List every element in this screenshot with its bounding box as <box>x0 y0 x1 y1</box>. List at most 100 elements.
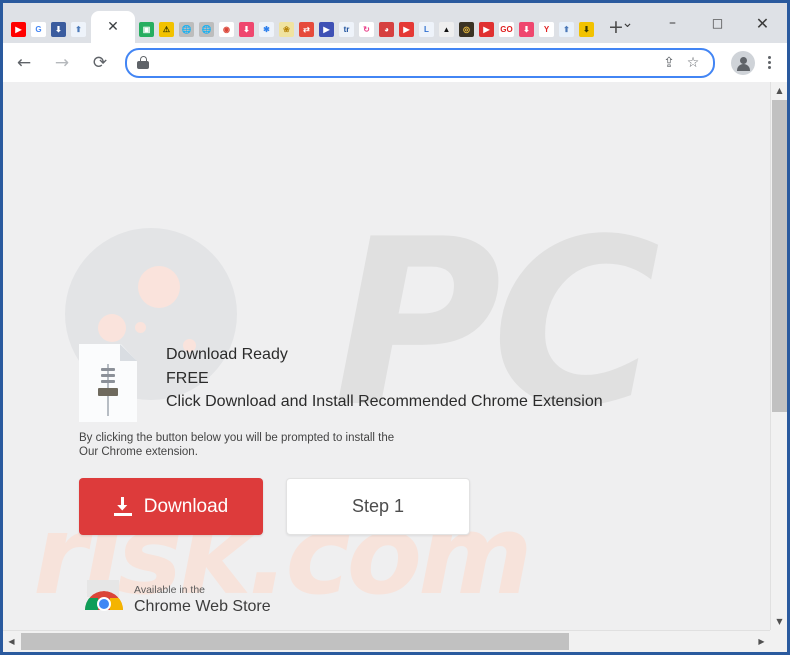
cloud-upload-icon: ⬆ <box>71 21 86 37</box>
horizontal-scrollbar[interactable]: ◀ ▶ <box>3 630 770 652</box>
tab-yellow-paws[interactable]: ❀ <box>277 15 296 43</box>
tab-download-pink[interactable]: ⬇ <box>237 15 256 43</box>
scroll-up-icon[interactable]: ▲ <box>771 82 787 99</box>
tab-ym-red[interactable]: Y <box>537 15 556 43</box>
tab-target-dark[interactable]: ◎ <box>457 15 476 43</box>
chrome-logo-icon <box>83 580 125 620</box>
webstore-line-2: Chrome Web Store <box>134 598 271 615</box>
instruction-text: Click Download and Install Recommended C… <box>166 393 603 410</box>
fine-print-line-2: Our Chrome extension. <box>79 446 198 458</box>
tabs-container: ▶ G ⬇ ⬆ ✕ ▣ ⚠ 🌐 🌐 ◉ ⬇ ✱ ❀ ⇄ ▶ tr ↻ ◕ ▶ L ▲ ◎ ▶ GO ⬇ Y ⬆ ⬇ + <box>3 3 624 43</box>
fine-print: By clicking the button below you will be… <box>79 431 394 459</box>
youtube-icon: ▶ <box>11 21 26 37</box>
webstore-line-1: Available in the <box>134 584 206 596</box>
tab-sync-pink[interactable]: ↻ <box>357 15 376 43</box>
target-dark-icon: ◎ <box>459 21 474 37</box>
window-controls: ⌄ – □ ✕ <box>605 3 787 43</box>
tab-globe-gray-1[interactable]: 🌐 <box>177 15 196 43</box>
download-button-label: Download <box>143 495 229 517</box>
scroll-right-icon[interactable]: ▶ <box>753 631 770 651</box>
close-window-button[interactable]: ✕ <box>740 3 785 43</box>
back-icon[interactable]: ← <box>7 46 41 80</box>
download-red-icon: ⬇ <box>519 21 534 37</box>
scrollbar-corner <box>770 630 787 652</box>
vertical-scrollbar[interactable]: ▲ ▼ <box>770 82 787 630</box>
download-button[interactable]: Download <box>79 478 263 535</box>
promo-content: Download Ready FREE Click Download and I… <box>3 82 770 630</box>
page-title: Download Ready <box>166 346 288 363</box>
tab-triangle-black[interactable]: ▲ <box>437 15 456 43</box>
tab-youtube[interactable]: ▶ <box>9 15 28 43</box>
globe-gray-2-icon: 🌐 <box>199 21 214 37</box>
scroll-left-icon[interactable]: ◀ <box>3 631 20 651</box>
tab-chrome[interactable]: ◉ <box>217 15 236 43</box>
tab-play-red[interactable]: ▶ <box>477 15 496 43</box>
go-red-icon: GO <box>499 21 514 37</box>
tab-globe-gray-2[interactable]: 🌐 <box>197 15 216 43</box>
bookmark-star-icon[interactable]: ☆ <box>683 53 703 73</box>
free-label: FREE <box>166 370 209 387</box>
page-content: PC risk.com Download Ready FREE Click Do… <box>3 82 770 630</box>
ym-red-icon: Y <box>539 21 554 37</box>
scroll-down-icon[interactable]: ▼ <box>771 613 787 630</box>
triangle-black-icon: ▲ <box>439 21 454 37</box>
chrome-web-store-badge[interactable]: Available in the Chrome Web Store <box>83 580 271 620</box>
download-pink-icon: ⬇ <box>239 21 254 37</box>
yellow-paws-icon: ❀ <box>279 21 294 37</box>
page-viewport: PC risk.com Download Ready FREE Click Do… <box>3 82 787 652</box>
share-icon[interactable]: ⇪ <box>659 53 679 73</box>
minimize-button[interactable]: – <box>650 3 695 43</box>
tab-l-blue[interactable]: L <box>417 15 436 43</box>
tab-swirl-red[interactable]: ◕ <box>377 15 396 43</box>
tab-green-frame[interactable]: ▣ <box>137 15 156 43</box>
download-arrow-icon <box>113 496 132 517</box>
play-red-icon: ▶ <box>479 21 494 37</box>
tab-tr-blue[interactable]: tr <box>337 15 356 43</box>
tab-video-red[interactable]: ▶ <box>397 15 416 43</box>
chrome-web-store-text: Available in the Chrome Web Store <box>134 584 271 616</box>
tab-download-red[interactable]: ⬇ <box>517 15 536 43</box>
step-1-button[interactable]: Step 1 <box>286 478 470 535</box>
tab-warning[interactable]: ⚠ <box>157 15 176 43</box>
google-icon: G <box>31 21 46 37</box>
downloader-blue-icon: ⬇ <box>51 21 66 37</box>
tab-cloud-blue[interactable]: ⬆ <box>557 15 576 43</box>
vertical-scrollbar-thumb[interactable] <box>772 100 787 412</box>
reload-icon[interactable]: ⟳ <box>83 46 117 80</box>
download-yellow-icon: ⬇ <box>579 21 594 37</box>
tab-gear-blue[interactable]: ✱ <box>257 15 276 43</box>
tab-cloud-upload[interactable]: ⬆ <box>69 15 88 43</box>
green-frame-icon: ▣ <box>139 21 154 37</box>
tab-downloader-blue[interactable]: ⬇ <box>49 15 68 43</box>
lock-icon <box>137 56 149 69</box>
cloud-blue-icon: ⬆ <box>559 21 574 37</box>
fine-print-line-1: By clicking the button below you will be… <box>79 432 395 444</box>
convert-red-icon: ⇄ <box>299 21 314 37</box>
browser-toolbar: ← → ⟳ ⇪ ☆ <box>3 43 787 83</box>
chrome-menu-icon[interactable] <box>757 48 781 78</box>
l-blue-icon: L <box>419 21 434 37</box>
maximize-button[interactable]: □ <box>695 3 740 43</box>
tab-video-blue[interactable]: ▶ <box>317 15 336 43</box>
gear-blue-icon: ✱ <box>259 21 274 37</box>
active-tab[interactable]: ✕ <box>91 11 135 43</box>
swirl-red-icon: ◕ <box>379 21 394 37</box>
tab-strip: ▶ G ⬇ ⬆ ✕ ▣ ⚠ 🌐 🌐 ◉ ⬇ ✱ ❀ ⇄ ▶ tr ↻ ◕ ▶ L ▲ ◎ ▶ GO ⬇ Y ⬆ ⬇ + ⌄ – □ … <box>3 3 787 43</box>
tab-google[interactable]: G <box>29 15 48 43</box>
video-red-icon: ▶ <box>399 21 414 37</box>
warning-icon: ⚠ <box>159 21 174 37</box>
browser-window: ▶ G ⬇ ⬆ ✕ ▣ ⚠ 🌐 🌐 ◉ ⬇ ✱ ❀ ⇄ ▶ tr ↻ ◕ ▶ L ▲ ◎ ▶ GO ⬇ Y ⬆ ⬇ + ⌄ – □ … <box>0 0 790 655</box>
profile-avatar[interactable] <box>731 50 755 75</box>
address-bar[interactable]: ⇪ ☆ <box>125 47 715 78</box>
tab-go-red[interactable]: GO <box>497 15 516 43</box>
tab-search-icon[interactable]: ⌄ <box>605 3 650 43</box>
horizontal-scrollbar-thumb[interactable] <box>21 633 569 650</box>
video-blue-icon: ▶ <box>319 21 334 37</box>
tab-convert-red[interactable]: ⇄ <box>297 15 316 43</box>
tr-blue-icon: tr <box>339 21 354 37</box>
forward-icon[interactable]: → <box>45 46 79 80</box>
tab-download-yellow[interactable]: ⬇ <box>577 15 596 43</box>
document-download-icon <box>79 344 137 422</box>
step-1-button-label: Step 1 <box>351 496 405 516</box>
close-tab-icon[interactable]: ✕ <box>107 20 119 34</box>
